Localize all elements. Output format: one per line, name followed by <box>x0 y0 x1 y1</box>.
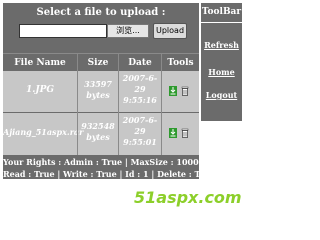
watermark-logo: 51aspx.com <box>134 188 242 207</box>
user-rights-info: Your Rights : Admin : True | MaxSize : 1… <box>3 156 221 180</box>
rights-line-2: Read : True | Write : True | Id : 1 | De… <box>3 169 221 179</box>
browse-button[interactable]: 浏览... <box>107 24 149 38</box>
file-name[interactable]: Ajiang_51aspx.rar <box>3 127 83 137</box>
column-header-date[interactable]: Date <box>119 56 161 70</box>
column-divider <box>118 53 119 155</box>
file-date-line1: 2007-6- <box>122 73 158 83</box>
file-path-input[interactable] <box>19 24 107 38</box>
file-name[interactable]: 1.JPG <box>3 85 77 95</box>
file-size-value: 33597 <box>84 79 112 89</box>
file-date-line3: 9:55:16 <box>123 95 157 105</box>
toolbar-panel: ToolBar Refresh Home Logout <box>201 3 242 121</box>
file-date: 2007-6- 29 9:55:01 <box>119 115 161 148</box>
trash-icon[interactable] <box>181 128 189 138</box>
column-divider <box>77 53 78 155</box>
rights-line-1: Your Rights : Admin : True | MaxSize : 1… <box>3 157 205 167</box>
file-size-unit: bytes <box>86 132 110 142</box>
column-header-tools: Tools <box>167 58 194 68</box>
logout-link[interactable]: Logout <box>201 90 242 100</box>
home-link[interactable]: Home <box>201 67 242 77</box>
upload-title: Select a file to upload : <box>36 7 166 18</box>
column-header-size[interactable]: Size <box>78 56 118 70</box>
file-date-line2: 29 <box>134 84 146 94</box>
file-size-unit: bytes <box>86 90 110 100</box>
file-date-line1: 2007-6- <box>122 115 158 125</box>
toolbar-title: ToolBar <box>201 3 242 23</box>
file-date-line2: 29 <box>134 126 146 136</box>
file-date-line3: 9:55:01 <box>123 137 157 147</box>
trash-icon[interactable] <box>181 86 189 96</box>
download-icon[interactable] <box>169 128 177 138</box>
table-divider <box>3 53 199 54</box>
file-manager-panel: Select a file to upload : 浏览... Upload F… <box>3 3 221 180</box>
column-header-file-name[interactable]: File Name <box>3 56 77 70</box>
file-size: 932548 bytes <box>78 121 118 143</box>
table-row: Ajiang_51aspx.rar 932548 bytes 2007-6- 2… <box>3 113 199 155</box>
download-icon[interactable] <box>169 86 177 96</box>
refresh-link[interactable]: Refresh <box>201 40 242 50</box>
file-size-value: 932548 <box>81 121 115 131</box>
table-row: 1.JPG 33597 bytes 2007-6- 29 9:55:16 <box>3 71 199 112</box>
column-divider <box>161 53 162 155</box>
file-date: 2007-6- 29 9:55:16 <box>119 73 161 106</box>
file-size: 33597 bytes <box>78 79 118 101</box>
upload-button[interactable]: Upload <box>153 23 187 39</box>
